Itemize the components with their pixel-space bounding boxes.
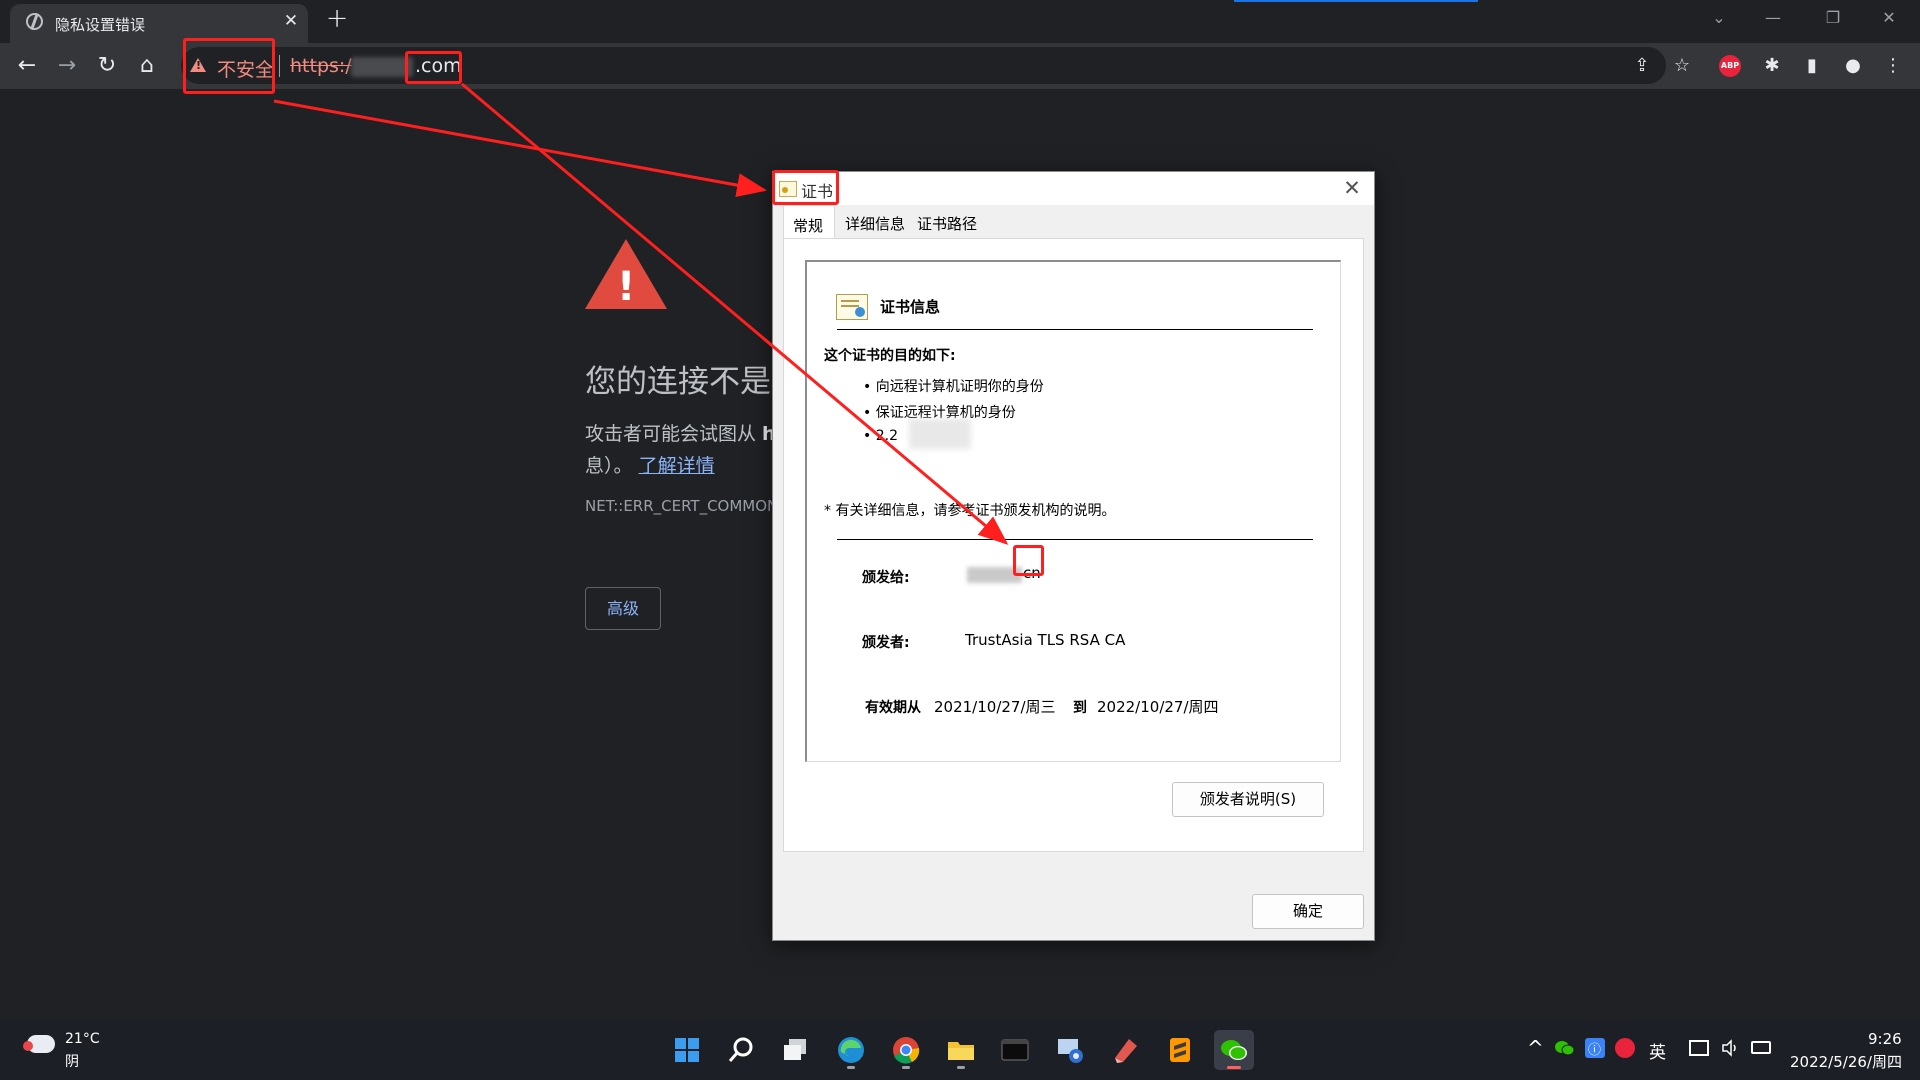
back-button[interactable]: ← [12,51,42,81]
cert-info-heading: 证书信息 [880,298,941,316]
issued-by-label: 颁发者: [862,635,910,651]
clock-date[interactable]: 2022/5/26/周四 [1790,1051,1902,1072]
dialog-titlebar: 证书 ✕ [773,172,1374,205]
forward-button[interactable]: → [52,51,82,81]
running-indicator [847,1066,855,1069]
profile-icon[interactable]: ● [1840,53,1866,79]
edge-icon[interactable] [831,1030,871,1070]
certificate-dialog: 证书 ✕ 常规 详细信息 证书路径 证书信息 这个证书的目的如下: • 向远程计… [772,171,1375,941]
issued-by-value: TrustAsia TLS RSA CA [965,631,1126,649]
annotation-box-url-tld [405,51,462,84]
running-indicator [1227,1066,1241,1069]
certificate-info-box: 证书信息 这个证书的目的如下: • 向远程计算机证明你的身份 • 保证远程计算机… [805,260,1341,762]
tray-wechat-icon[interactable] [1554,1039,1576,1057]
learn-more-link[interactable]: 了解详情 [639,455,715,477]
tab-cert-path[interactable]: 证书路径 [917,213,977,234]
running-indicator [957,1066,965,1069]
minimize-button[interactable]: — [1748,4,1798,32]
dialog-close-icon[interactable]: ✕ [1337,175,1367,201]
weather-condition[interactable]: 阴 [65,1051,79,1071]
annotation-box-issued-to [1013,545,1044,576]
tab-label: 常规 [793,217,824,235]
weather-temperature[interactable]: 21°C [65,1031,100,1047]
error-code: NET::ERR_CERT_COMMON_N [585,497,797,515]
weather-cloud-icon[interactable] [23,1035,55,1053]
bookmark-star-icon[interactable]: ☆ [1669,53,1695,79]
side-panel-icon[interactable]: ▮ [1799,53,1825,79]
close-window-button[interactable]: ✕ [1864,4,1914,32]
input-method-label: ⓘ [1588,1043,1602,1058]
error-heading: 您的连接不是私 [585,364,802,400]
wechat-icon[interactable] [1214,1030,1254,1070]
loading-indicator [1234,0,1478,2]
divider [837,329,1313,330]
sublime-text-icon[interactable] [1160,1030,1200,1070]
browser-toolbar: ← → ↻ ⌂ 不安全 https:/ .com ⇪ ☆ ✱ ▮ ● ⋮ [0,43,1920,89]
general-tab-panel: 证书信息 这个证书的目的如下: • 向远程计算机证明你的身份 • 保证远程计算机… [783,238,1364,852]
network-tool-icon[interactable] [1050,1030,1090,1070]
valid-to: 2022/10/27/周四 [1097,698,1219,716]
home-button[interactable]: ⌂ [132,51,162,81]
purpose-item: • 向远程计算机证明你的身份 [863,379,1044,395]
cert-note: * 有关详细信息，请参考证书颁发机构的说明。 [824,503,1116,519]
valid-to-label: 到 [1073,700,1087,716]
url-scheme: https:/ [290,55,352,77]
taskbar: 21°C 阴 ^ ⓘ 英 9:26 2022/5/26/周四 [0,1020,1920,1080]
validity-label: 有效期从 [865,700,921,716]
running-indicator [902,1066,910,1069]
annotation-box-not-secure [183,38,275,94]
certificate-info-icon [836,294,868,320]
error-description: 攻击者可能会试图从 h 息）。 了解详情 [585,418,776,482]
tab-details[interactable]: 详细信息 [845,213,905,234]
purpose-item: • 2.2 [863,428,898,444]
pdf-tool-icon[interactable] [1105,1030,1145,1070]
terminal-icon[interactable] [995,1030,1035,1070]
ime-language[interactable]: 英 [1649,1038,1666,1063]
tab-strip: 隐私设置错误 ✕ + ⌄ — ❐ ✕ [0,0,1920,43]
tab-general[interactable]: 常规 [783,205,835,239]
issued-to-label: 颁发给: [862,570,910,586]
ok-button[interactable]: 确定 [1252,894,1364,929]
annotation-box-cert-title [772,170,839,205]
chrome-icon[interactable] [886,1030,926,1070]
start-icon[interactable] [667,1030,707,1070]
error-text-line2: 息）。 [585,455,633,477]
task-view-icon[interactable] [776,1030,816,1070]
tab-close-icon[interactable]: ✕ [280,10,302,32]
tray-input-method-icon[interactable]: ⓘ [1585,1038,1605,1058]
share-icon[interactable]: ⇪ [1629,53,1655,79]
purpose-heading: 这个证书的目的如下: [824,348,956,364]
divider [837,539,1313,540]
tray-app-icon[interactable] [1615,1038,1635,1058]
redacted-domain [351,57,413,77]
globe-icon [26,13,43,30]
exclamation-icon: ! [617,264,636,310]
menu-icon[interactable]: ⋮ [1880,53,1906,79]
extensions-puzzle-icon[interactable]: ✱ [1759,53,1785,79]
file-explorer-icon[interactable] [941,1030,981,1070]
battery-icon[interactable] [1751,1041,1771,1054]
restore-button[interactable]: ❐ [1808,4,1858,32]
advanced-button[interactable]: 高级 [585,587,661,630]
valid-from: 2021/10/27/周三 [934,698,1056,716]
issuer-statement-button[interactable]: 颁发者说明(S) [1172,782,1324,817]
tab-title: 隐私设置错误 [55,16,146,34]
tab-search-icon[interactable]: ⌄ [1706,8,1732,28]
redacted-purpose [909,419,971,449]
error-text-line1: 攻击者可能会试图从 [585,423,763,445]
clock-time[interactable]: 9:26 [1868,1030,1902,1048]
new-tab-button[interactable]: + [324,5,350,32]
tray-overflow-chevron-icon[interactable]: ^ [1527,1036,1544,1060]
dialog-tabs: 常规 详细信息 证书路径 [783,205,1364,239]
address-bar[interactable]: 不安全 https:/ .com [181,47,1666,84]
search-icon[interactable] [721,1030,761,1070]
network-icon[interactable] [1689,1040,1709,1056]
divider [279,55,280,77]
reload-button[interactable]: ↻ [92,51,122,81]
adblock-plus-icon[interactable]: ABP [1719,55,1741,77]
volume-icon[interactable] [1720,1038,1740,1058]
